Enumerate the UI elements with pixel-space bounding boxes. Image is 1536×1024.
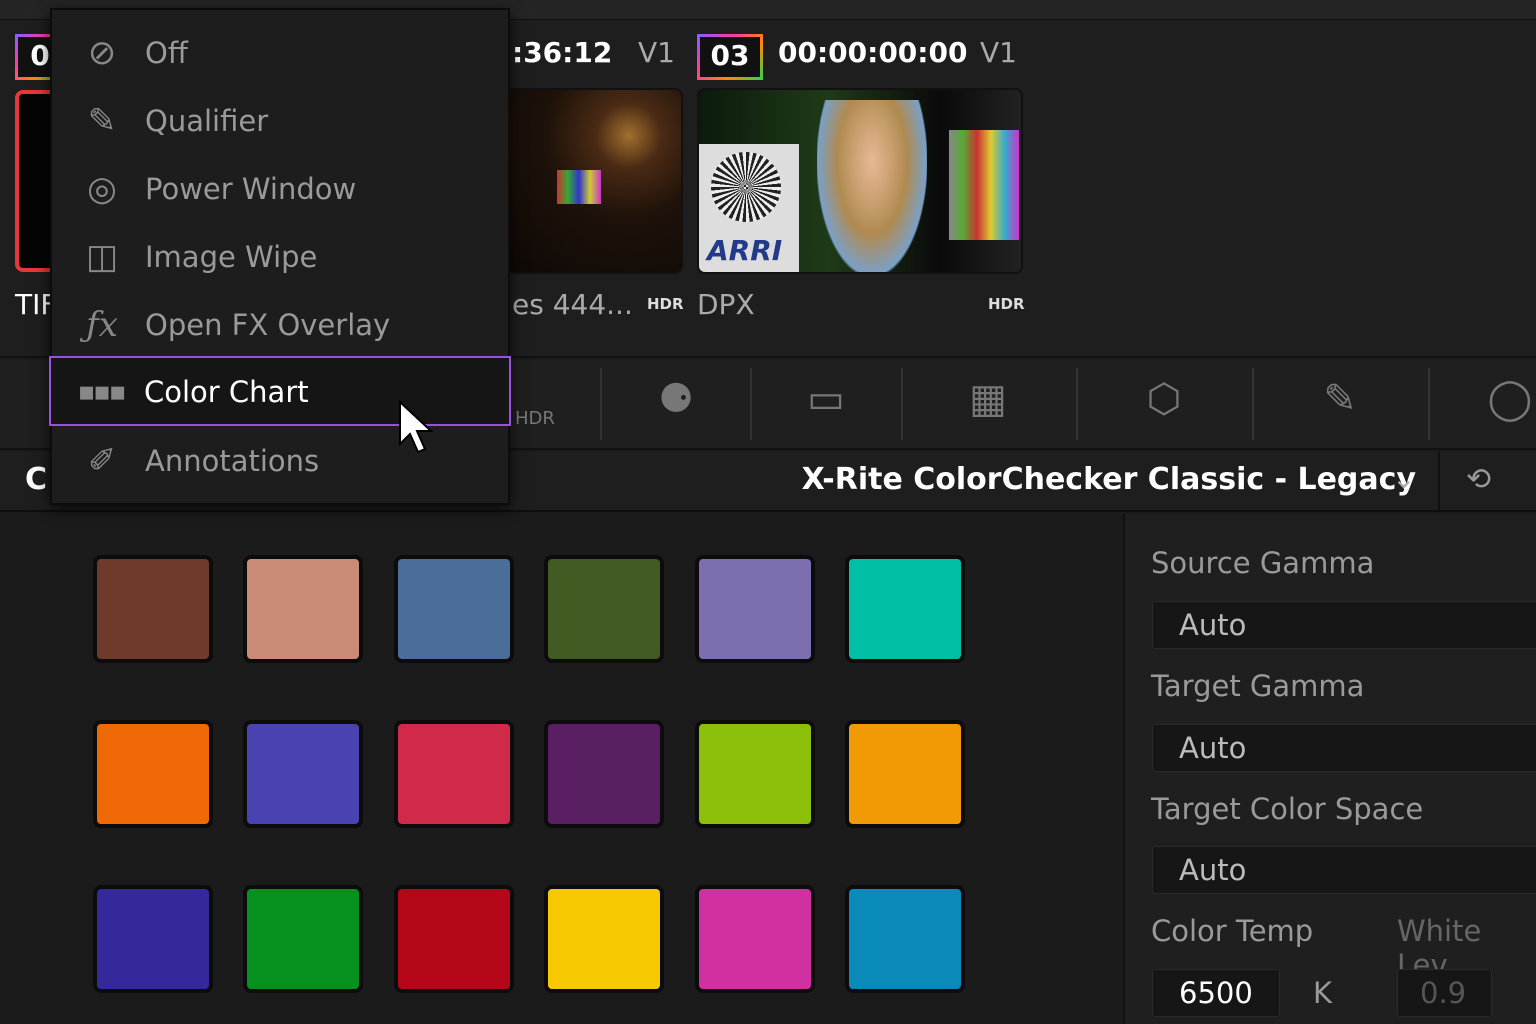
target-gamma-label: Target Gamma bbox=[1151, 669, 1365, 703]
color-swatch[interactable] bbox=[695, 885, 815, 993]
divider bbox=[600, 368, 602, 440]
clip-track: V1 bbox=[638, 36, 675, 69]
color-swatch[interactable] bbox=[243, 555, 363, 663]
divider bbox=[1076, 368, 1078, 440]
color-swatch[interactable] bbox=[243, 885, 363, 993]
color-swatch[interactable] bbox=[394, 885, 514, 993]
off-icon: ⊘ bbox=[87, 33, 117, 73]
reset-icon[interactable]: ⟲ bbox=[1466, 462, 1491, 497]
clip-name: es 444... bbox=[512, 288, 633, 321]
clip-timecode: 00:00:00:00 bbox=[778, 36, 968, 69]
thumb-arri-board: ARRI bbox=[699, 144, 799, 272]
target-color-space-label: Target Color Space bbox=[1151, 792, 1424, 826]
fx-icon: ƒx bbox=[86, 305, 118, 345]
hdr-badge: HDR bbox=[988, 295, 1025, 313]
qualifier-icon[interactable]: ✎ bbox=[1300, 376, 1380, 422]
color-swatch[interactable] bbox=[394, 555, 514, 663]
motion-effects-icon[interactable]: ▭ bbox=[786, 376, 866, 422]
color-chart-icon: ▪▪▪ bbox=[77, 377, 127, 407]
color-swatch[interactable] bbox=[394, 720, 514, 828]
thumb-chart bbox=[949, 130, 1019, 240]
divider bbox=[901, 368, 903, 440]
image-wipe-icon: ◫ bbox=[85, 237, 119, 277]
thumb-chart bbox=[557, 170, 601, 204]
clip-thumbnail[interactable] bbox=[505, 88, 683, 274]
color-swatch[interactable] bbox=[544, 720, 664, 828]
target-gamma-select[interactable]: Auto bbox=[1152, 724, 1536, 772]
clip-badge: 03 bbox=[697, 34, 763, 80]
source-gamma-select[interactable]: Auto bbox=[1152, 601, 1536, 649]
menu-item-annotations[interactable]: ✐ Annotations bbox=[52, 427, 512, 495]
thumb-person bbox=[817, 100, 927, 272]
color-swatch[interactable] bbox=[695, 720, 815, 828]
menu-item-color-chart[interactable]: ▪▪▪ Color Chart bbox=[49, 356, 511, 426]
divider bbox=[1428, 368, 1430, 440]
panel-title: C bbox=[25, 462, 48, 497]
hdr-tool-label: HDR bbox=[515, 408, 555, 429]
menu-item-power-window[interactable]: ◎ Power Window bbox=[52, 155, 512, 223]
window-icon[interactable]: ◯ bbox=[1470, 376, 1536, 422]
curves-icon[interactable]: ▦ bbox=[948, 376, 1028, 422]
clip-track: V1 bbox=[980, 36, 1017, 69]
arri-logo: ARRI bbox=[707, 234, 783, 267]
color-swatch[interactable] bbox=[695, 555, 815, 663]
color-warper-icon[interactable]: ⚈ bbox=[636, 376, 716, 422]
menu-item-qualifier[interactable]: ✎ Qualifier bbox=[52, 87, 512, 155]
target-color-space-select[interactable]: Auto bbox=[1152, 846, 1536, 894]
color-swatch[interactable] bbox=[243, 720, 363, 828]
color-swatch[interactable] bbox=[845, 555, 965, 663]
color-swatch[interactable] bbox=[93, 885, 213, 993]
color-swatch[interactable] bbox=[845, 885, 965, 993]
clip-thumbnail[interactable]: ARRI bbox=[697, 88, 1023, 274]
color-temp-label: Color Temp bbox=[1151, 914, 1314, 948]
chevron-down-icon[interactable]: ⌄ bbox=[1392, 462, 1415, 495]
color-swatch[interactable] bbox=[544, 555, 664, 663]
chart-type-dropdown[interactable]: X-Rite ColorChecker Classic - Legacy bbox=[802, 462, 1416, 497]
divider bbox=[1252, 368, 1254, 440]
color-swatch[interactable] bbox=[544, 885, 664, 993]
divider bbox=[1438, 452, 1440, 512]
siemens-star bbox=[711, 152, 781, 222]
color-warper-mesh-icon[interactable]: ⬡ bbox=[1124, 376, 1204, 422]
eyedropper-icon: ✎ bbox=[87, 101, 117, 141]
color-temp-input[interactable]: 6500 bbox=[1152, 969, 1280, 1017]
white-level-input[interactable]: 0.9 bbox=[1397, 969, 1492, 1017]
color-temp-unit: K bbox=[1313, 976, 1333, 1010]
divider bbox=[750, 368, 752, 440]
power-window-icon: ◎ bbox=[87, 169, 117, 209]
menu-item-open-fx-overlay[interactable]: ƒx Open FX Overlay bbox=[52, 291, 512, 359]
menu-item-off[interactable]: ⊘ Off bbox=[52, 19, 512, 87]
overlay-menu: ⊘ Off ✎ Qualifier ◎ Power Window ◫ Image Wip… bbox=[49, 8, 512, 505]
clip-name: DPX bbox=[697, 288, 755, 321]
menu-item-image-wipe[interactable]: ◫ Image Wipe bbox=[52, 223, 512, 291]
color-swatch[interactable] bbox=[93, 720, 213, 828]
mouse-cursor-icon bbox=[399, 400, 434, 454]
color-swatch[interactable] bbox=[845, 720, 965, 828]
clip-timecode: :36:12 bbox=[512, 36, 613, 69]
source-gamma-label: Source Gamma bbox=[1151, 546, 1375, 580]
color-swatch[interactable] bbox=[93, 555, 213, 663]
pen-icon: ✐ bbox=[87, 441, 117, 481]
hdr-badge: HDR bbox=[647, 295, 684, 313]
